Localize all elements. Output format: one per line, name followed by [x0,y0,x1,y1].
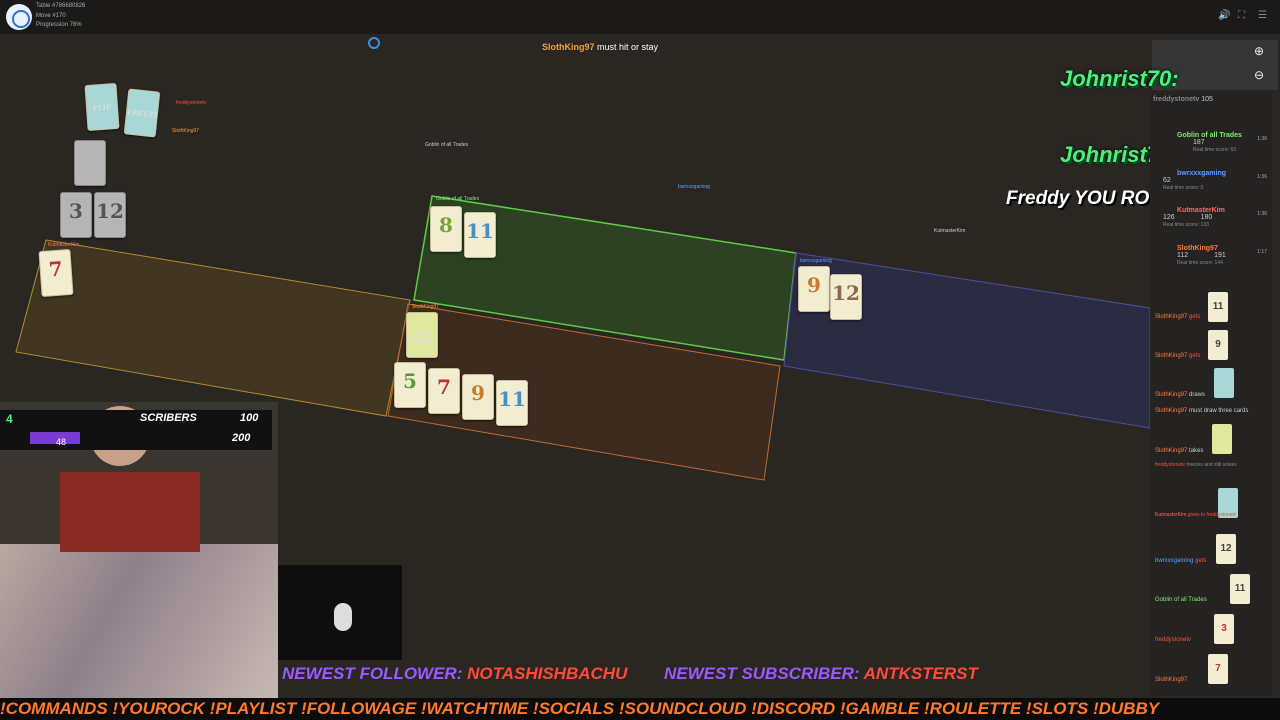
card-9: 9 [798,266,830,312]
player-kutmasterkim[interactable]: KutmasterKim 126 180 Real time score: 13… [1153,207,1273,228]
mouse-icon [334,603,352,631]
newest-subscriber: NEWEST SUBSCRIBER: ANTKSTERST [664,664,978,683]
status-action: must hit or stay [597,42,659,52]
log-entry: SlothKing97 takes [1155,448,1204,454]
commands-ticker: !COMMANDS !YOUROCK !PLAYLIST !FOLLOWAGE … [0,698,1280,720]
zone-label-freddy: freddystonetv [176,100,207,106]
log-entry: SlothKing97 gets [1155,353,1201,359]
deck-card[interactable] [74,140,106,186]
card-12: 12 [830,274,862,320]
zone-kutmasterkim [15,239,411,417]
player-freddystonetv[interactable]: freddystonetv 105 [1153,96,1273,103]
top-bar: Table #786680826 Move #170 Progression 7… [0,0,1280,34]
sound-icon[interactable]: 🔊 [1218,10,1230,21]
subs-goal-1: 100 [240,412,259,424]
player-bwrxxx[interactable]: bwrxxxgaming 62 Real time score: 0 1:36 [1153,170,1273,191]
log-entry: freddystonetv [1155,637,1192,643]
card-5: 5 [394,362,426,408]
log-entry: SlothKing97 must draw three cards [1155,408,1249,414]
card-9: 9 [462,374,494,420]
subs-goal-2: 200 [232,432,251,444]
card-11: 11 [464,212,496,258]
log-entry: bwrxxxgaming gets [1155,558,1207,564]
bga-logo-icon[interactable] [6,4,32,30]
subs-progress: 48 [30,432,80,447]
log-entry: SlothKing97 gets [1155,314,1201,320]
card-flip[interactable]: FLIP [84,82,120,132]
follower-count: 4 [6,412,13,426]
subs-label: SCRIBERS [140,412,197,424]
log-entry: KutmasterKim gives to freddystonetv [1155,512,1237,518]
card-7: 7 [38,248,74,298]
log-entry: Goblin of all Trades [1155,597,1207,603]
table-id: Table #786680826 [36,3,86,9]
player-slothking[interactable]: SlothKing97 112 191 Real time score: 144… [1153,245,1273,266]
log-card [1212,424,1232,454]
zone-label-bwrxxx-top: bwrxxxgaming [678,184,710,190]
progression: Progression 76% [36,22,82,28]
log-card: 7 [1208,654,1228,684]
streamer-shirt [60,472,200,552]
menu-icon[interactable]: ☰ [1258,10,1267,21]
zoom-out-icon[interactable]: ⊖ [1254,68,1264,82]
log-entry: freddystonetv freezes and still solves [1155,462,1237,468]
discard-card-12: 12 [94,192,126,238]
zoom-in-icon[interactable]: ⊕ [1254,44,1264,58]
zone-label-bwrxxx: bwrxxxgaming [800,258,832,264]
card-11: 11 [496,380,528,426]
zone-label-slothking: SlothKing97 [412,304,439,310]
card-freeze[interactable]: FREEZE [123,88,161,138]
log-entry: SlothKing97 draws [1155,392,1206,398]
zone-label-goblin: Goblin of all Trades [436,196,480,202]
mouse-cam [278,565,402,660]
discard-card-3: 3 [60,192,92,238]
log-card: 9 [1208,330,1228,360]
card-7: 7 [428,368,460,414]
twitch-alert-user: Johnrist70: [1060,66,1179,91]
card-8: 8 [430,206,462,252]
newest-follower: NEWEST FOLLOWER: NOTASHISHBACHU [282,664,628,683]
log-card: 12 [1216,534,1236,564]
zone-label-kutmaster-top: KutmasterKim [934,228,966,234]
player-goblin[interactable]: Goblin of all Trades 187 Real time score… [1153,132,1273,153]
cursor-icon [368,37,380,49]
log-card: 3 [1214,614,1234,644]
zone-label-slothking-top: SlothKing97 [172,128,199,134]
zone-label-kutmaster: KutmasterKim [48,242,80,248]
log-entry: SlothKing97 [1155,677,1188,683]
couch [0,544,278,702]
game-status: SlothKing97 must hit or stay [0,42,1200,52]
log-card: 11 [1230,574,1250,604]
subscriber-goal: 4 SCRIBERS 100 48 200 [0,410,272,450]
log-card [1214,368,1234,398]
zone-label-goblin-top: Goblin of all Trades [425,142,469,148]
move-number: Move #170 [36,13,66,19]
fullscreen-icon[interactable]: ⛶ [1238,10,1245,21]
log-card: 11 [1208,292,1228,322]
status-player: SlothKing97 [541,42,595,52]
card-flip-three: FLIP THREE [406,312,438,358]
